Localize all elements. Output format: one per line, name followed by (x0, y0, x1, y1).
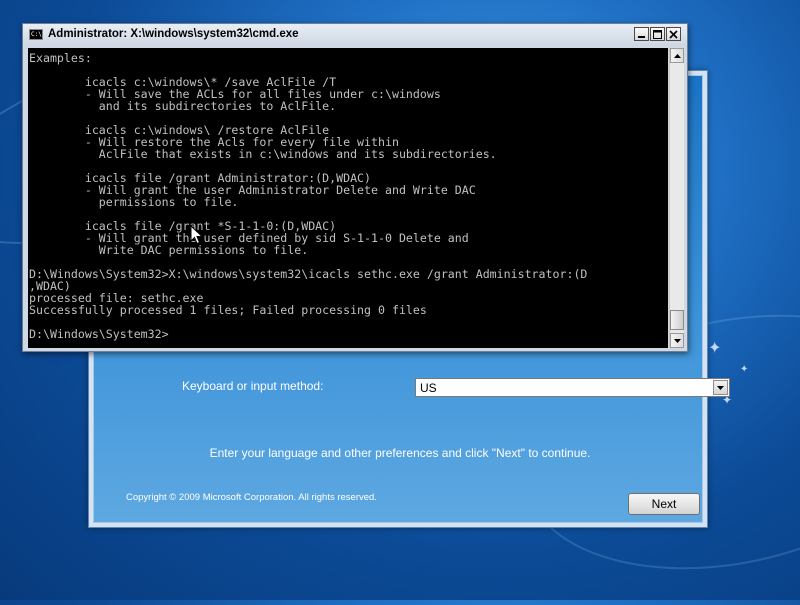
cmd-window-title: Administrator: X:\windows\system32\cmd.e… (48, 28, 299, 40)
chevron-down-icon[interactable] (713, 380, 728, 395)
cmd-title-bar[interactable]: C:\ Administrator: X:\windows\system32\c… (23, 24, 687, 46)
next-button-label: Next (651, 497, 677, 511)
arrow-up-icon (673, 53, 681, 58)
maximize-icon (653, 29, 662, 39)
next-button[interactable]: Next (628, 493, 700, 515)
console-text: Examples: icacls c:\windows\* /save AclF… (29, 51, 588, 341)
cmd-window[interactable]: C:\ Administrator: X:\windows\system32\c… (22, 23, 688, 352)
minimize-button[interactable] (634, 27, 649, 41)
scroll-up-button[interactable] (670, 48, 684, 63)
keyboard-select-value: US (420, 381, 437, 395)
sparkle-icon: ✦ (708, 338, 722, 357)
copyright-text: Copyright © 2009 Microsoft Corporation. … (126, 492, 377, 503)
mouse-pointer-icon (190, 225, 204, 245)
keyboard-label: Keyboard or input method: (182, 379, 324, 393)
arrow-down-icon (673, 338, 681, 343)
keyboard-select[interactable]: US (415, 378, 730, 397)
maximize-button[interactable] (650, 27, 665, 41)
cmd-window-icon[interactable]: C:\ (29, 29, 43, 40)
scroll-down-button[interactable] (670, 333, 684, 348)
scroll-thumb[interactable] (670, 310, 684, 330)
close-icon (669, 29, 678, 39)
sparkle-icon: ✦ (740, 364, 749, 375)
console-output-area[interactable]: Examples: icacls c:\windows\* /save AclF… (28, 48, 668, 348)
vertical-scrollbar[interactable] (669, 48, 684, 348)
instruction-text: Enter your language and other preference… (209, 446, 591, 460)
close-button[interactable] (666, 27, 681, 41)
minimize-icon (637, 36, 645, 38)
